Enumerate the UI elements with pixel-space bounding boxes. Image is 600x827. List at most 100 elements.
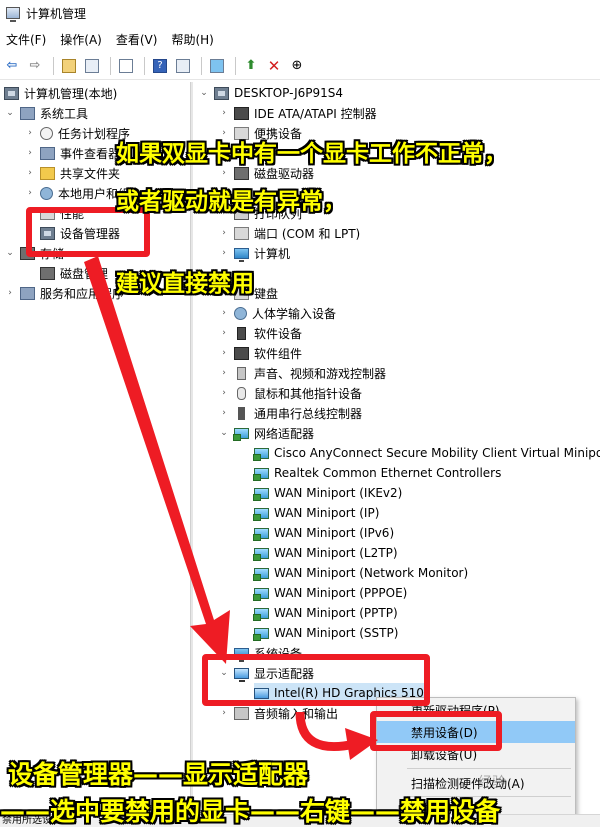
- computer-management-icon: [4, 86, 19, 100]
- chevron-down-icon[interactable]: ⌄: [218, 428, 230, 438]
- tree-shared-folders[interactable]: › 共享文件夹: [24, 163, 120, 183]
- network-adapter-item[interactable]: WAN Miniport (Network Monitor): [253, 563, 468, 583]
- chevron-right-icon[interactable]: ›: [218, 348, 230, 358]
- device-label: Realtek Common Ethernet Controllers: [274, 466, 502, 480]
- chevron-right-icon[interactable]: ›: [218, 248, 230, 258]
- category-label: 网络适配器: [254, 426, 315, 441]
- category-ports[interactable]: › 端口 (COM 和 LPT): [218, 223, 360, 243]
- usb-icon: [238, 406, 245, 420]
- chevron-right-icon[interactable]: ›: [218, 708, 230, 718]
- device-label: WAN Miniport (L2TP): [274, 546, 398, 560]
- export-list-icon[interactable]: [116, 56, 136, 76]
- title-bar: 计算机管理: [0, 0, 600, 26]
- category-network[interactable]: ⌄ 网络适配器: [218, 423, 314, 443]
- network-adapter-icon: [253, 547, 269, 561]
- category-label: 鼠标和其他指针设备: [254, 386, 363, 401]
- chevron-right-icon[interactable]: ›: [218, 228, 230, 238]
- chevron-right-icon[interactable]: ›: [218, 328, 230, 338]
- category-label: 通用串行总线控制器: [254, 406, 363, 421]
- tree-label: 磁盘管理: [60, 266, 109, 281]
- disable-device-icon[interactable]: ⊕: [287, 56, 307, 76]
- watermark: 经验: [478, 775, 506, 791]
- chevron-right-icon[interactable]: ›: [218, 308, 230, 318]
- tree-root[interactable]: 计算机管理(本地): [4, 83, 117, 103]
- hid-icon: [234, 306, 247, 320]
- category-software-components[interactable]: › 软件组件: [218, 343, 302, 363]
- annotation-line-1: 如果双显卡中有一个显卡工作不正常，: [116, 141, 507, 167]
- speaker-icon: [237, 366, 246, 380]
- network-adapter-item[interactable]: WAN Miniport (SSTP): [253, 623, 398, 643]
- device-label: WAN Miniport (IKEv2): [274, 486, 403, 500]
- network-adapter-item[interactable]: WAN Miniport (IKEv2): [253, 483, 403, 503]
- tree-system-tools[interactable]: ⌄ 系统工具: [4, 103, 88, 123]
- tools-icon: [20, 106, 35, 120]
- update-driver-icon[interactable]: ⬆: [241, 56, 261, 76]
- network-adapter-item[interactable]: WAN Miniport (L2TP): [253, 543, 398, 563]
- computer-icon: [214, 86, 229, 100]
- network-adapter-item[interactable]: WAN Miniport (PPTP): [253, 603, 398, 623]
- network-adapter-item[interactable]: Realtek Common Ethernet Controllers: [253, 463, 502, 483]
- chevron-right-icon[interactable]: ›: [24, 188, 36, 198]
- device-tree-root[interactable]: ⌄ DESKTOP-J6P91S4: [198, 83, 343, 103]
- category-hid[interactable]: › 人体学输入设备: [218, 303, 336, 323]
- network-adapter-item[interactable]: WAN Miniport (IP): [253, 503, 379, 523]
- category-computer[interactable]: › 计算机: [218, 243, 290, 263]
- chevron-right-icon[interactable]: ›: [218, 108, 230, 118]
- category-mouse[interactable]: › 鼠标和其他指针设备: [218, 383, 362, 403]
- back-arrow-icon[interactable]: ⇦: [2, 56, 22, 76]
- forward-arrow-icon[interactable]: ⇨: [25, 56, 45, 76]
- up-folder-icon[interactable]: [59, 56, 79, 76]
- category-label: 软件组件: [254, 346, 303, 361]
- category-audio-io[interactable]: › 音频输入和输出: [218, 703, 338, 723]
- toolbar-separator: [201, 56, 202, 75]
- menu-scan-hardware[interactable]: 扫描检测硬件改动(A): [377, 772, 575, 794]
- network-adapter-item[interactable]: Cisco AnyConnect Secure Mobility Client …: [253, 443, 600, 463]
- chevron-right-icon[interactable]: ›: [218, 388, 230, 398]
- network-adapter-item[interactable]: WAN Miniport (IPv6): [253, 523, 394, 543]
- tree-label: 共享文件夹: [60, 166, 121, 181]
- chevron-right-icon[interactable]: ›: [24, 168, 36, 178]
- chevron-right-icon[interactable]: ›: [24, 128, 36, 138]
- menu-help[interactable]: 帮助(H): [171, 31, 213, 48]
- category-software-devices[interactable]: › 软件设备: [218, 323, 302, 343]
- device-label: WAN Miniport (PPTP): [274, 606, 398, 620]
- chevron-right-icon[interactable]: ›: [4, 288, 16, 298]
- window-title: 计算机管理: [26, 6, 87, 21]
- chevron-down-icon[interactable]: ⌄: [4, 108, 16, 118]
- tree-disk-management[interactable]: 磁盘管理: [40, 263, 108, 283]
- network-adapter-icon: [253, 587, 269, 601]
- menu-view[interactable]: 查看(V): [116, 31, 158, 48]
- monitor-icon[interactable]: [207, 56, 227, 76]
- chevron-down-icon[interactable]: ⌄: [4, 248, 16, 258]
- category-audio[interactable]: › 声音、视频和游戏控制器: [218, 363, 386, 383]
- chevron-down-icon[interactable]: ⌄: [198, 88, 210, 98]
- toolbar-separator: [235, 56, 236, 75]
- audio-io-icon: [234, 706, 249, 720]
- menu-bar: 文件(F) 操作(A) 查看(V) 帮助(H): [0, 28, 600, 50]
- toolbar-separator: [53, 56, 54, 75]
- software-device-icon: [237, 326, 246, 340]
- computer-name: DESKTOP-J6P91S4: [234, 86, 344, 100]
- ide-controller-icon: [234, 106, 249, 120]
- show-hide-tree-icon[interactable]: [82, 56, 102, 76]
- chevron-right-icon[interactable]: ›: [218, 408, 230, 418]
- properties-icon[interactable]: [173, 56, 193, 76]
- tree-task-scheduler[interactable]: › 任务计划程序: [24, 123, 130, 143]
- tree-label: 服务和应用程序: [40, 286, 125, 301]
- category-label: 人体学输入设备: [252, 306, 337, 321]
- menu-file[interactable]: 文件(F): [6, 31, 46, 48]
- services-icon: [20, 286, 35, 300]
- uninstall-x-icon[interactable]: ✕: [264, 56, 284, 76]
- tree-event-viewer[interactable]: › 事件查看器: [24, 143, 120, 163]
- chevron-right-icon[interactable]: ›: [218, 168, 230, 178]
- tree-services[interactable]: › 服务和应用程序: [4, 283, 124, 303]
- chevron-right-icon[interactable]: ›: [24, 148, 36, 158]
- menu-action[interactable]: 操作(A): [60, 31, 102, 48]
- category-usb[interactable]: › 通用串行总线控制器: [218, 403, 362, 423]
- network-adapter-item[interactable]: WAN Miniport (PPPOE): [253, 583, 407, 603]
- chevron-right-icon[interactable]: ›: [218, 368, 230, 378]
- tree-local-users[interactable]: › 本地用户和组: [24, 183, 130, 203]
- help-icon[interactable]: ?: [150, 56, 170, 76]
- highlight-disable-device: [370, 711, 502, 751]
- category-ide[interactable]: › IDE ATA/ATAPI 控制器: [218, 103, 377, 123]
